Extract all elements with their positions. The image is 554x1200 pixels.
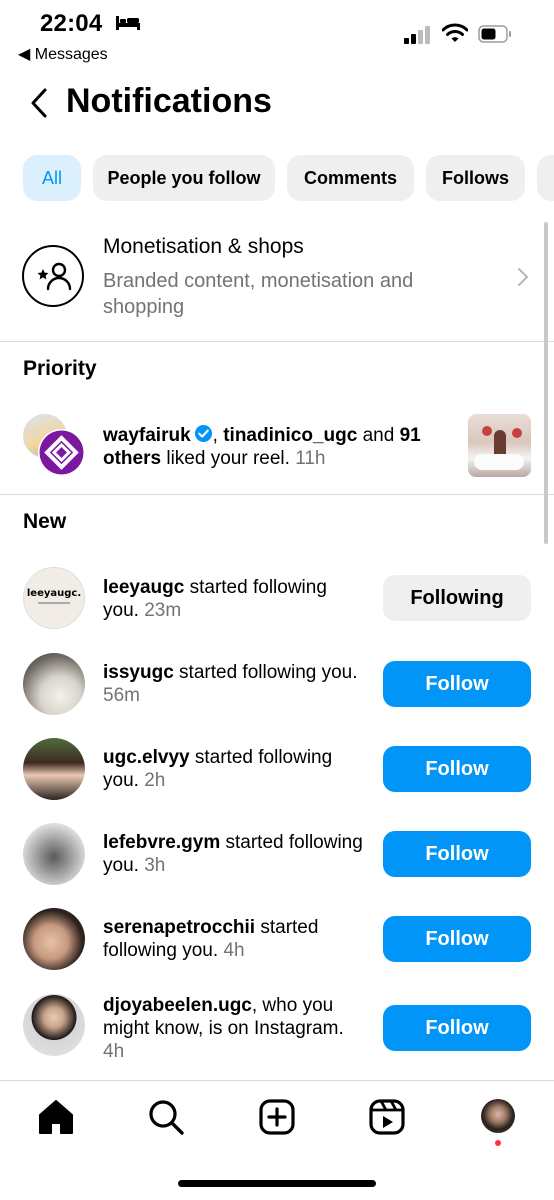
chip-all[interactable]: All <box>23 155 81 201</box>
username[interactable]: serenapetrocchii <box>103 917 255 938</box>
chip-comments[interactable]: Comments <box>287 155 414 201</box>
section-priority-title: Priority <box>23 357 97 380</box>
username[interactable]: djoyabeelen.ugc <box>103 995 252 1016</box>
timestamp: 3h <box>144 855 166 876</box>
scrollbar[interactable] <box>544 222 548 544</box>
back-chevron-icon[interactable] <box>28 86 52 120</box>
signal-icon <box>404 26 430 44</box>
timestamp: 4h <box>223 940 245 961</box>
battery-icon <box>478 25 511 43</box>
priority-avatars[interactable] <box>23 414 85 478</box>
divider <box>0 341 554 342</box>
username[interactable]: issyugc <box>103 662 174 683</box>
notification-dot <box>495 1140 501 1146</box>
avatar[interactable] <box>23 653 85 715</box>
search-icon[interactable] <box>146 1097 186 1137</box>
wifi-icon <box>442 23 468 42</box>
monetisation-title[interactable]: Monetisation & shops <box>103 235 304 259</box>
username[interactable]: tinadinico_ugc <box>223 425 357 446</box>
chip-more[interactable] <box>537 155 554 201</box>
divider <box>0 494 554 495</box>
avatar[interactable] <box>23 994 85 1056</box>
create-icon[interactable] <box>257 1097 297 1137</box>
back-to-messages[interactable]: ◀ Messages <box>18 44 108 64</box>
notification-text[interactable]: lefebvre.gym started following you. 3h <box>103 831 368 877</box>
chip-people-you-follow[interactable]: People you follow <box>93 155 275 201</box>
timestamp: 2h <box>144 770 166 791</box>
username[interactable]: wayfairuk <box>103 425 191 446</box>
notification-text[interactable]: leeyaugc started following you. 23m <box>103 576 368 622</box>
timestamp: 23m <box>144 600 182 621</box>
notification-text[interactable]: serenapetrocchii started following you. … <box>103 916 368 962</box>
follow-button[interactable]: Follow <box>383 916 531 962</box>
monetisation-subtitle: Branded content, monetisation and shoppi… <box>103 270 414 318</box>
status-time: 22:04 <box>40 10 103 37</box>
notification-text[interactable]: issyugc started following you. 56m <box>103 661 368 707</box>
following-button[interactable]: Following <box>383 575 531 621</box>
follow-button[interactable]: Follow <box>383 661 531 707</box>
profile-avatar[interactable] <box>481 1099 515 1133</box>
follow-button[interactable]: Follow <box>383 746 531 792</box>
notification-text[interactable]: ugc.elvyy started following you. 2h <box>103 746 368 792</box>
chip-follows[interactable]: Follows <box>426 155 525 201</box>
section-new-title: New <box>23 510 67 533</box>
home-icon[interactable] <box>36 1097 76 1137</box>
priority-notification-text[interactable]: wayfairuk, tinadinico_ugc and 91 others l… <box>103 424 448 470</box>
avatar[interactable] <box>23 823 85 885</box>
reels-icon[interactable] <box>367 1097 407 1137</box>
reel-thumbnail[interactable] <box>468 414 531 477</box>
username[interactable]: leeyaugc <box>103 577 184 598</box>
timestamp: 11h <box>295 448 326 469</box>
username[interactable]: lefebvre.gym <box>103 832 220 853</box>
username[interactable]: ugc.elvyy <box>103 747 190 768</box>
notification-text[interactable]: djoyabeelen.ugc, who you might know, is … <box>103 994 368 1063</box>
avatar[interactable]: leeyaugc. <box>23 567 85 629</box>
timestamp: 56m <box>103 685 140 706</box>
follow-button[interactable]: Follow <box>383 831 531 877</box>
chevron-right-icon[interactable] <box>516 266 530 288</box>
avatar[interactable] <box>23 908 85 970</box>
page-title: Notifications <box>66 82 272 120</box>
bed-icon <box>116 16 140 30</box>
timestamp: 4h <box>103 1041 125 1062</box>
follow-button[interactable]: Follow <box>383 1005 531 1051</box>
wayfair-logo-avatar <box>38 429 85 476</box>
monetisation-icon[interactable] <box>22 245 84 307</box>
home-indicator[interactable] <box>178 1180 376 1187</box>
verified-badge-icon <box>194 424 212 443</box>
avatar[interactable] <box>23 738 85 800</box>
bottom-nav-divider <box>0 1080 554 1081</box>
